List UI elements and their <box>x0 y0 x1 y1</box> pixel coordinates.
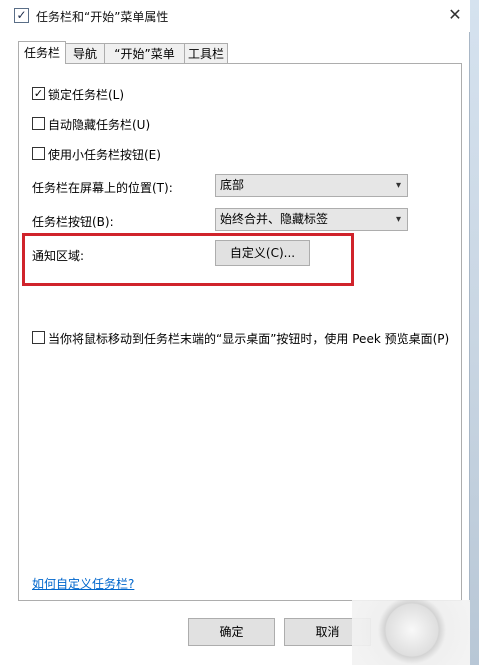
location-dropdown[interactable]: 底部 ▾ <box>215 174 408 197</box>
background-window-edge <box>470 0 479 665</box>
peek-label: 当你将鼠标移动到任务栏末端的“显示桌面”按钮时，使用 Peek 预览桌面(P) <box>48 332 450 346</box>
taskbar-buttons-label: 任务栏按钮(B): <box>32 215 114 229</box>
watermark <box>352 600 470 665</box>
window-title: 任务栏和“开始”菜单属性 <box>36 10 169 24</box>
help-link[interactable]: 如何自定义任务栏? <box>32 575 134 592</box>
tab-toolbars[interactable]: 工具栏 <box>184 43 228 63</box>
tab-start-menu[interactable]: “开始”菜单 <box>104 43 185 63</box>
small-buttons-label: 使用小任务栏按钮(E) <box>48 148 161 162</box>
title-bar: ✓ 任务栏和“开始”菜单属性 ✕ <box>0 0 470 32</box>
auto-hide-label: 自动隐藏任务栏(U) <box>48 118 151 132</box>
lock-taskbar-label: 锁定任务栏(L) <box>48 88 125 102</box>
highlight-box <box>22 233 354 286</box>
location-value: 底部 <box>220 178 245 192</box>
location-label: 任务栏在屏幕上的位置(T): <box>32 181 173 195</box>
tab-navigation[interactable]: 导航 <box>65 43 105 63</box>
taskbar-buttons-dropdown[interactable]: 始终合并、隐藏标签 ▾ <box>215 208 408 231</box>
close-icon[interactable]: ✕ <box>440 0 470 30</box>
properties-dialog: ✓ 任务栏和“开始”菜单属性 ✕ 任务栏 导航 “开始”菜单 工具栏 ✓ 锁定任… <box>0 0 470 665</box>
taskbar-buttons-value: 始终合并、隐藏标签 <box>220 212 329 226</box>
chevron-down-icon: ▾ <box>395 214 401 225</box>
chevron-down-icon: ▾ <box>395 180 401 191</box>
small-buttons-checkbox[interactable] <box>32 147 45 160</box>
checkbox-icon: ✓ <box>14 8 29 23</box>
lock-taskbar-checkbox[interactable]: ✓ <box>32 87 45 100</box>
tab-taskbar[interactable]: 任务栏 <box>18 41 66 64</box>
ok-button[interactable]: 确定 <box>188 618 275 646</box>
peek-checkbox[interactable] <box>32 331 45 344</box>
auto-hide-checkbox[interactable] <box>32 117 45 130</box>
